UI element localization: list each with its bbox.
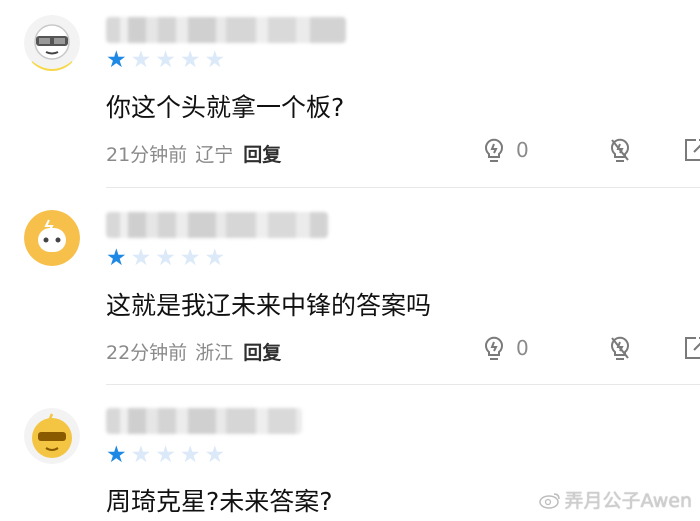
username-blurred (106, 212, 328, 238)
star-icon: ★ (130, 245, 152, 271)
rating-stars: ★ ★ ★ ★ ★ (106, 49, 225, 72)
comment-meta: 22分钟前 浙江 回复 (106, 338, 281, 365)
comment-actions: 0 (480, 334, 700, 362)
like-bulb-icon[interactable] (480, 334, 508, 362)
comment-meta: 21分钟前 辽宁 回复 (106, 140, 281, 167)
star-icon: ★ (204, 47, 226, 73)
comment-location: 辽宁 (195, 144, 234, 166)
comment-item: ★ ★ ★ ★ ★ 你这个头就拿一个板? 21分钟前 辽宁 回复 0 (0, 0, 700, 190)
star-icon: ★ (179, 47, 201, 73)
username-blurred (106, 408, 302, 434)
username-blurred (106, 17, 346, 43)
reply-button[interactable]: 回复 (243, 140, 281, 167)
rating-stars: ★ ★ ★ ★ ★ (106, 444, 225, 467)
comment-text: 周琦克星?未来答案? (106, 487, 333, 516)
star-icon: ★ (155, 47, 176, 73)
star-icon: ★ (155, 442, 176, 468)
comment-time: 22分钟前 (106, 342, 188, 364)
divider (106, 187, 700, 188)
star-icon: ★ (179, 442, 201, 468)
share-icon[interactable] (682, 136, 700, 164)
rating-stars: ★ ★ ★ ★ ★ (106, 247, 225, 270)
watermark-text: 弄月公子Awen (564, 490, 693, 512)
comment-actions: 0 (480, 136, 700, 164)
avatar[interactable] (24, 210, 80, 266)
comment-text: 这就是我辽未来中锋的答案吗 (106, 291, 432, 320)
like-count: 0 (516, 336, 529, 360)
star-icon: ★ (204, 245, 226, 271)
star-icon: ★ (130, 442, 152, 468)
star-icon: ★ (155, 245, 176, 271)
dislike-bulb-icon[interactable] (606, 334, 634, 362)
comment-item: ★ ★ ★ ★ ★ 这就是我辽未来中锋的答案吗 22分钟前 浙江 回复 0 (0, 190, 700, 386)
star-icon: ★ (106, 442, 127, 468)
reply-button[interactable]: 回复 (243, 338, 281, 365)
star-icon: ★ (204, 442, 226, 468)
star-icon: ★ (106, 245, 127, 271)
star-icon: ★ (130, 47, 152, 73)
avatar[interactable] (24, 408, 80, 464)
comment-location: 浙江 (195, 342, 234, 364)
avatar[interactable] (24, 15, 80, 71)
like-bulb-icon[interactable] (480, 136, 508, 164)
like-count: 0 (516, 138, 529, 162)
weibo-watermark: 弄月公子Awen (538, 486, 693, 513)
comment-text: 你这个头就拿一个板? (106, 93, 345, 122)
star-icon: ★ (106, 47, 127, 73)
weibo-icon (538, 492, 560, 509)
star-icon: ★ (179, 245, 201, 271)
comment-time: 21分钟前 (106, 144, 188, 166)
dislike-bulb-icon[interactable] (606, 136, 634, 164)
divider (106, 384, 700, 385)
share-icon[interactable] (682, 334, 700, 362)
